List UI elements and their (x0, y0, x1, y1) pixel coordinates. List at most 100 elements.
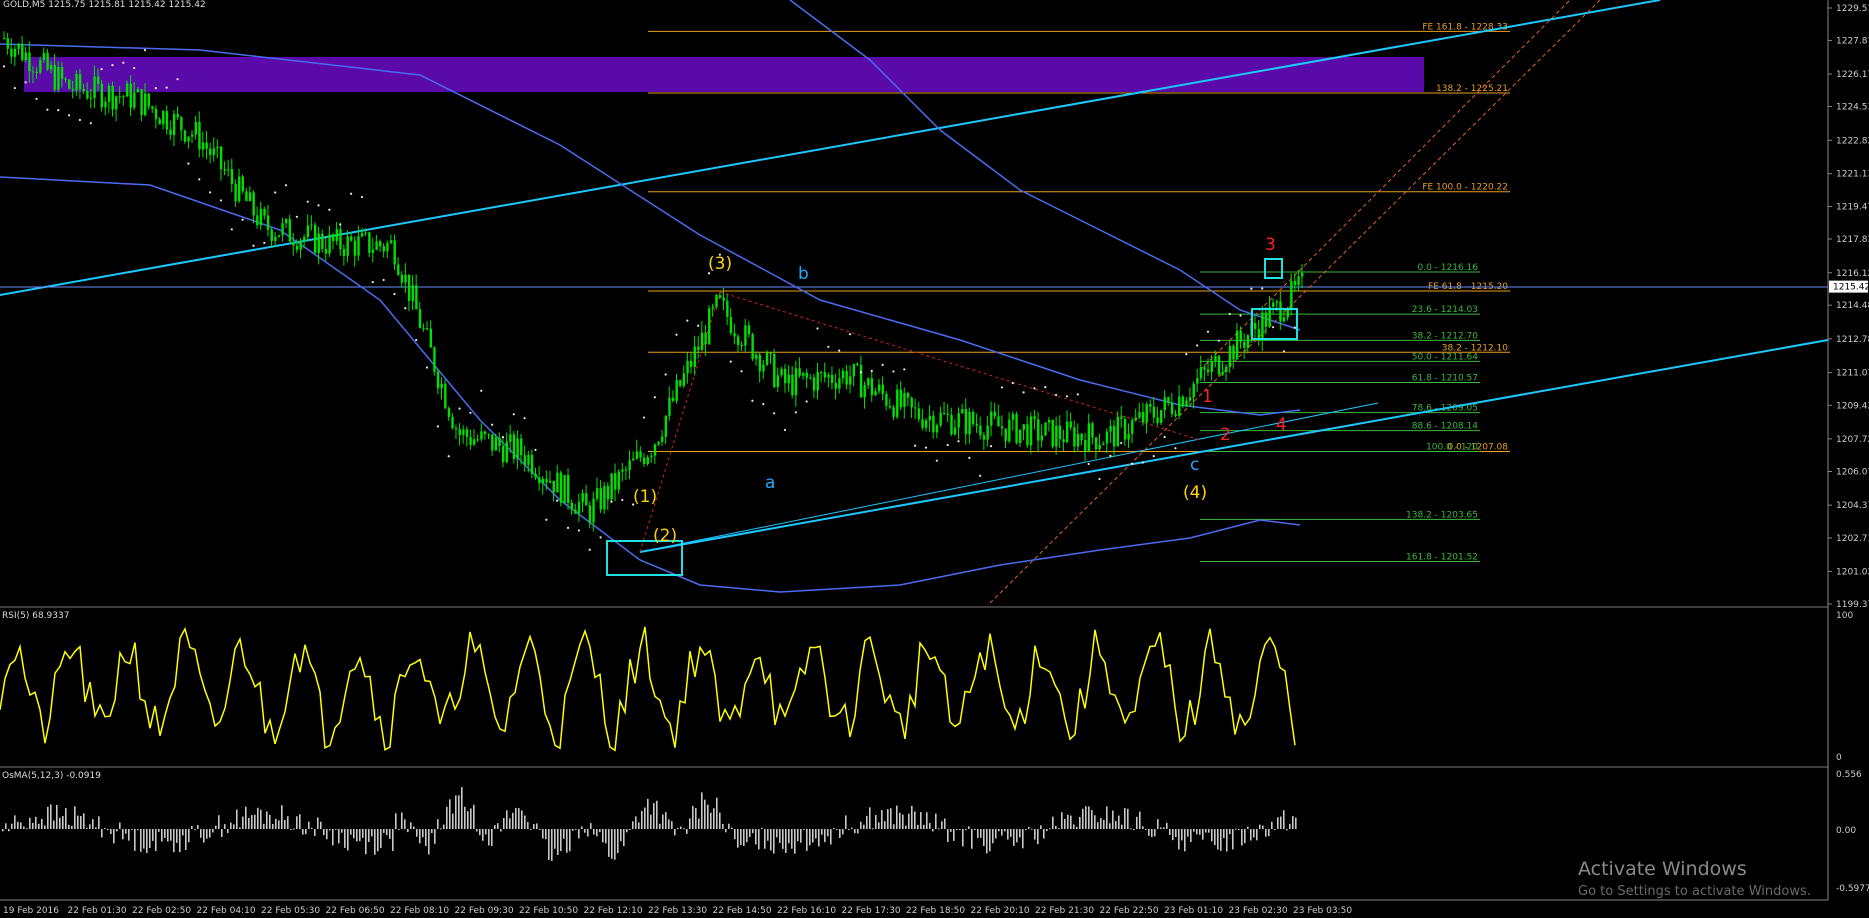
osma-bar (1145, 829, 1147, 830)
osma-bar (740, 829, 742, 846)
osma-bar (335, 828, 337, 830)
candle-body (454, 428, 458, 430)
candle-body (144, 93, 147, 116)
ma-fast (789, 0, 1301, 331)
candle-body (679, 380, 682, 386)
chart-canvas[interactable]: FE 161.8 - 1228.33 138.2 - 1225.21 FE 100.… (0, 0, 1869, 918)
osma-bar (329, 829, 331, 831)
time-tick-label: 22 Feb 01:30 (68, 906, 127, 916)
osma-bar (974, 829, 976, 830)
candle-body (1228, 345, 1232, 367)
candle-body (1073, 427, 1076, 447)
candle-body (306, 225, 310, 238)
osma-bar (581, 826, 583, 829)
osma-bar (1019, 829, 1021, 838)
osma-bar (1229, 829, 1231, 835)
osma-bar (962, 829, 964, 847)
fib-green-label: 88.6 - 1208.14 (1412, 422, 1478, 432)
osma-bar (1022, 829, 1024, 849)
candle-body (704, 332, 707, 345)
osma-bar (470, 808, 472, 829)
rsi-panel (0, 626, 1296, 752)
candle-body (661, 436, 664, 442)
candle-body (104, 101, 107, 108)
time-axis: 19 Feb 2016 22 Feb 01:30 22 Feb 02:50 22 Fe… (3, 906, 1352, 916)
candle-body (1214, 355, 1217, 362)
osma-bar (728, 823, 730, 829)
price-tick-label: 1221.13 (1836, 170, 1869, 180)
osma-bar (209, 829, 211, 838)
osma-bar (893, 824, 895, 829)
candle-body (1170, 402, 1174, 414)
osma-bar (203, 829, 205, 843)
osma-bar (458, 795, 460, 829)
candle-body (332, 234, 335, 241)
osma-bar (284, 819, 286, 829)
candle-body (462, 429, 465, 435)
candle-body (115, 96, 118, 110)
osma-bar (125, 829, 127, 834)
candle-body (382, 246, 386, 252)
osma-bar (179, 829, 181, 853)
sar-dot (13, 86, 16, 90)
candle-body (577, 501, 581, 514)
candle-body (791, 374, 794, 396)
osma-bar (761, 827, 763, 829)
candle-body (1084, 440, 1087, 452)
candle-body (270, 229, 273, 242)
sar-dot (371, 281, 374, 284)
candle-body (1264, 312, 1268, 327)
osma-bar (1214, 829, 1216, 846)
candle-body (711, 306, 715, 309)
osma-bar (779, 829, 781, 843)
osma-bar (1175, 829, 1177, 838)
sar-dot (1130, 462, 1134, 466)
osma-bar (665, 812, 667, 829)
osma-bar (128, 829, 130, 841)
osma-bar (1040, 825, 1042, 829)
wave-label: 1 (1202, 387, 1213, 407)
candle-body (1091, 423, 1094, 438)
sar-dot (219, 199, 223, 202)
osma-bar (68, 824, 70, 829)
osma-bar (110, 829, 112, 834)
osma-bar (1088, 806, 1090, 829)
candle-body (563, 475, 566, 503)
osma-bar (488, 829, 490, 846)
candle-body (747, 325, 751, 335)
time-tick-label: 22 Feb 16:10 (777, 906, 836, 916)
candle-body (1040, 435, 1044, 441)
osma-bar (1154, 829, 1156, 837)
candle-body (671, 397, 675, 401)
candle-body (1185, 400, 1188, 407)
osma-bar (845, 815, 847, 829)
candle-body (765, 352, 769, 365)
osma-bar (500, 829, 502, 832)
osma-bar (674, 829, 676, 836)
time-tick-label: 23 Feb 03:50 (1293, 906, 1352, 916)
osma-bar (536, 823, 538, 829)
candle-body (118, 96, 122, 98)
candle-body (906, 393, 910, 398)
candle-body (57, 67, 60, 90)
osma-bar (155, 829, 157, 852)
osma-bar (566, 829, 568, 853)
osma-bar (173, 829, 175, 853)
candle-body (50, 65, 53, 70)
candle-body (1011, 414, 1015, 420)
osma-bar (389, 829, 391, 839)
candle-body (64, 78, 67, 80)
sar-dot (208, 191, 212, 194)
candle-body (97, 76, 100, 84)
osma-bar (320, 821, 322, 829)
osma-bar (233, 824, 235, 829)
candle-body (961, 409, 964, 414)
osma-bar (833, 828, 835, 830)
candle-body (780, 368, 783, 376)
osma-bar (677, 827, 679, 829)
sar-dot (610, 500, 613, 503)
osma-bar (995, 829, 997, 839)
osma-label: OsMA(5,12,3) -0.0919 (2, 771, 101, 781)
activate-windows-title: Activate Windows (1578, 858, 1747, 880)
candle-body (6, 38, 10, 49)
